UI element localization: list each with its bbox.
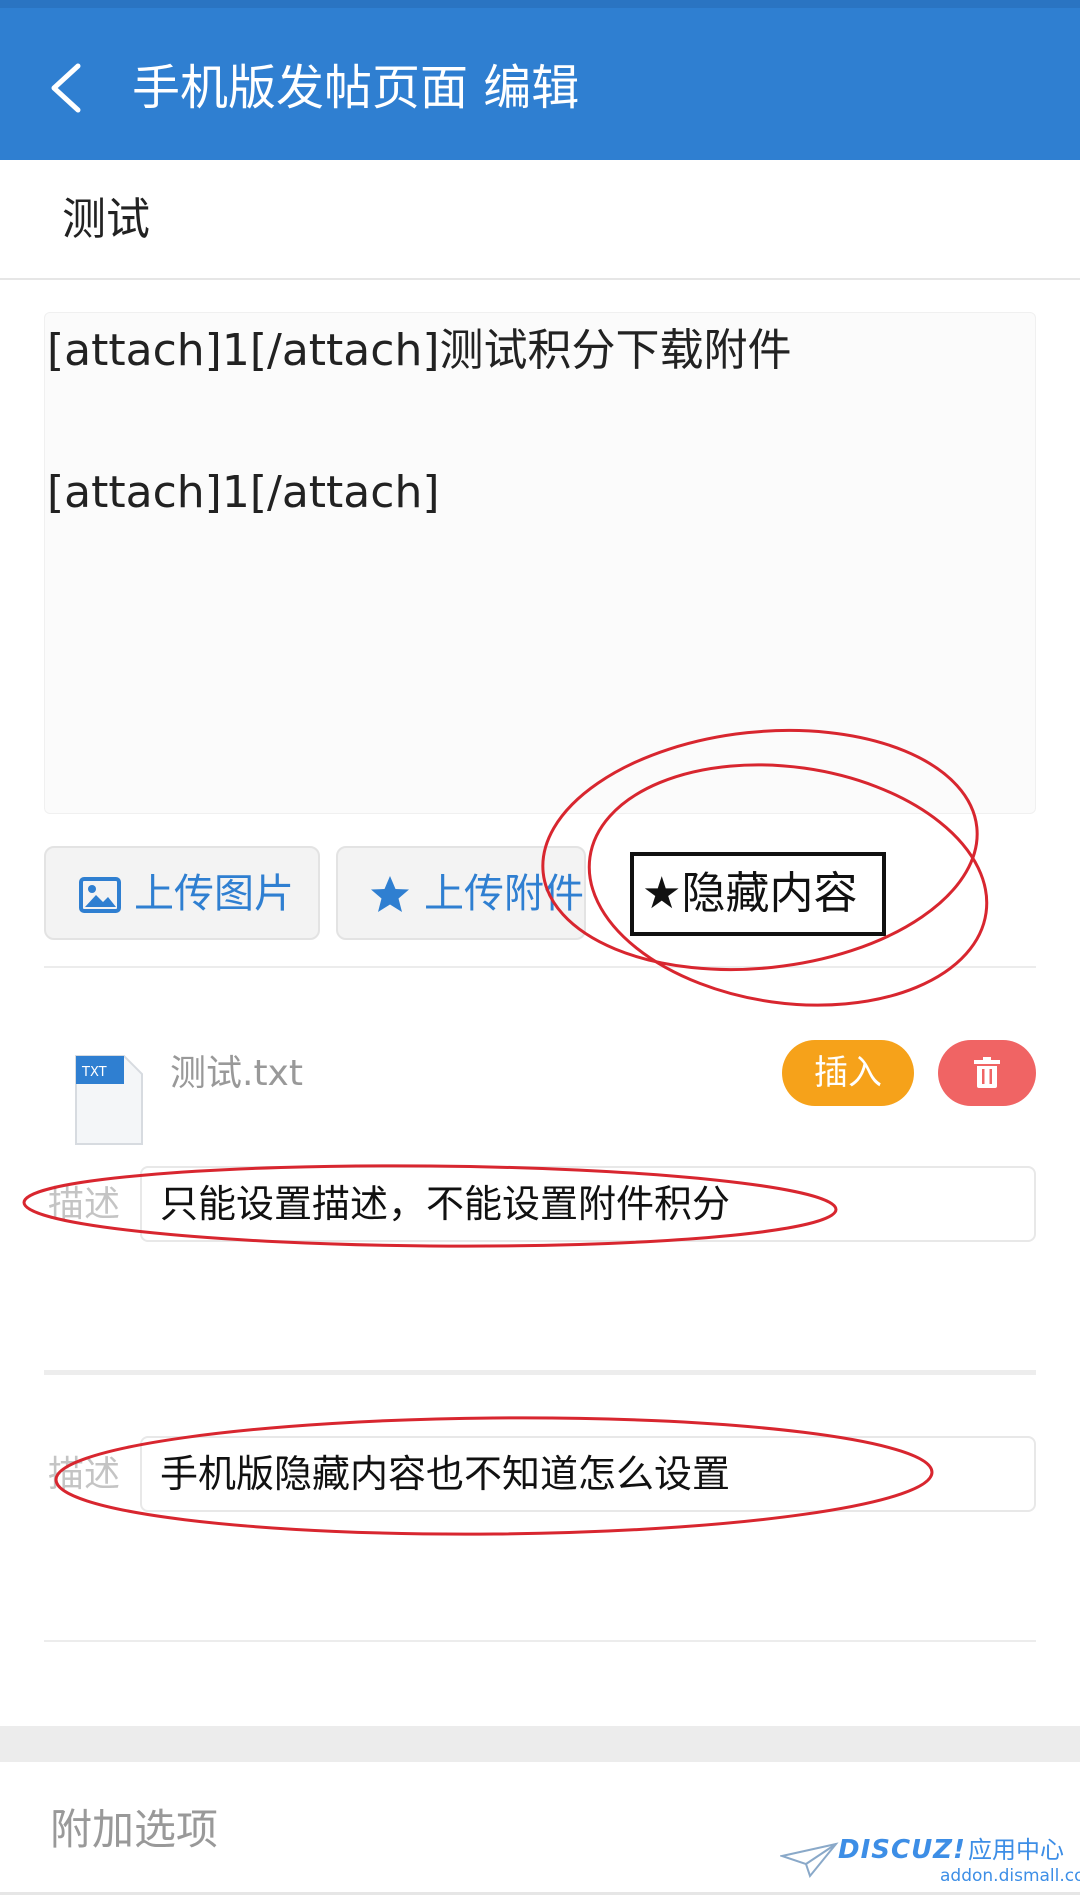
upload-image-label: 上传图片: [134, 871, 294, 917]
content-line: [attach]1[/attach]测试积分下载附件: [47, 325, 792, 376]
back-arrow-icon[interactable]: [44, 60, 90, 116]
watermark-brand: DISCUZ!: [838, 1835, 966, 1865]
txt-file-icon: TXT: [75, 1055, 143, 1145]
description-label: 描述: [48, 1184, 121, 1225]
upload-attachment-button[interactable]: 上传附件: [336, 846, 586, 940]
post-content-editor[interactable]: [attach]1[/attach]测试积分下载附件 [attach]1[/at…: [44, 312, 1036, 814]
watermark-domain: addon.dismall.com: [940, 1866, 1080, 1886]
attachment-file-name: 测试.txt: [170, 1053, 303, 1094]
star-icon: [371, 876, 409, 912]
insert-attachment-button[interactable]: 插入: [782, 1040, 914, 1106]
attachment-description-input[interactable]: 只能设置描述，不能设置附件积分: [140, 1166, 1036, 1242]
annotation-layer: [22, 728, 989, 1536]
divider: [44, 1370, 1036, 1375]
section-gap: [0, 1726, 1080, 1762]
divider: [44, 966, 1036, 968]
divider: [44, 1640, 1036, 1642]
trash-icon: [974, 1057, 1000, 1088]
divider: [0, 1892, 1080, 1895]
paper-plane-icon: [780, 1842, 839, 1879]
page-title: 手机版发帖页面 编辑: [132, 60, 580, 116]
top-app-bar: 手机版发帖页面 编辑: [0, 0, 1080, 160]
upload-image-button[interactable]: 上传图片: [44, 846, 320, 940]
post-title-row: 测试: [0, 160, 1080, 280]
description-label: 描述: [48, 1454, 121, 1495]
svg-text:TXT: TXT: [81, 1065, 107, 1080]
watermark-subtitle: 应用中心: [968, 1836, 1064, 1864]
upload-attachment-label: 上传附件: [424, 871, 584, 917]
post-edit-page: 手机版发帖页面 编辑 测试 [attach]1[/attach]测试积分下载附件…: [0, 0, 1080, 1902]
delete-attachment-button[interactable]: [938, 1040, 1036, 1106]
discuz-watermark: DISCUZ! 应用中心 addon.dismall.com: [780, 1832, 1080, 1892]
attachment-description-input[interactable]: 手机版隐藏内容也不知道怎么设置: [140, 1436, 1036, 1512]
post-title-input[interactable]: 测试: [62, 188, 150, 252]
content-line: [attach]1[/attach]: [47, 467, 440, 518]
image-icon: [79, 877, 121, 913]
hidden-content-button[interactable]: ★隐藏内容: [630, 852, 886, 936]
extra-options-label: 附加选项: [50, 1805, 219, 1854]
